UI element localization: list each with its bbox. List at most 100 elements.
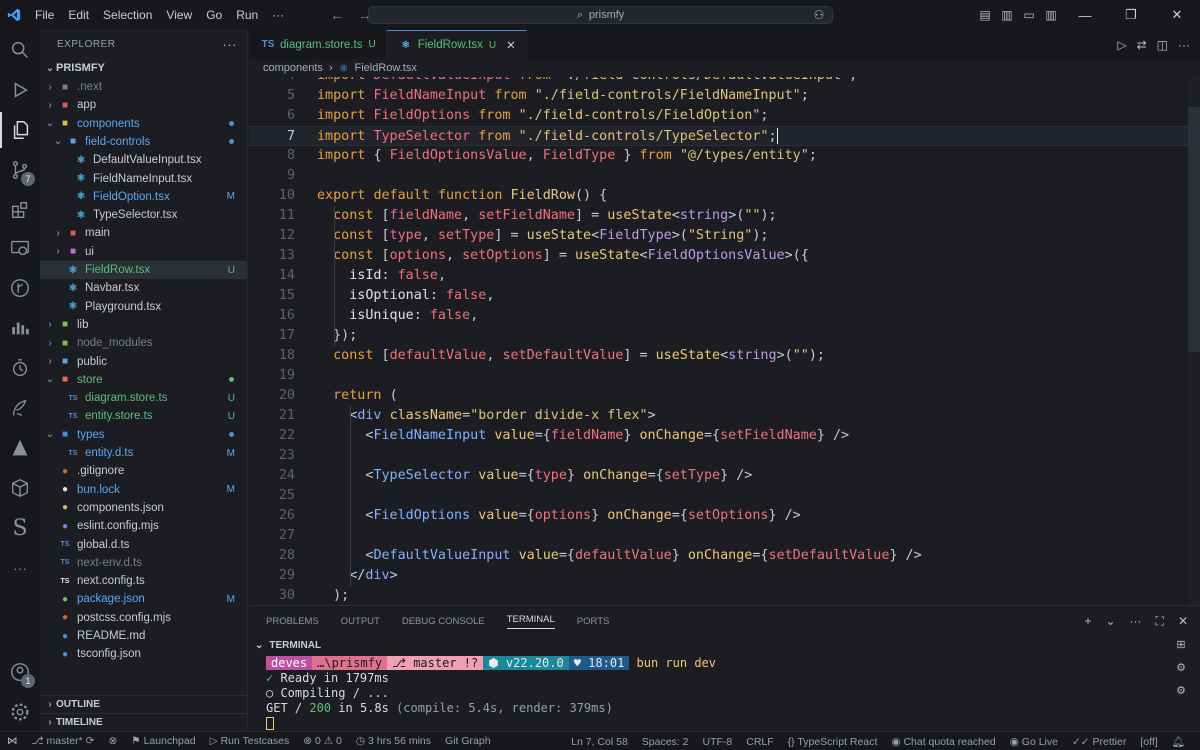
run-file-icon[interactable]: ▷ [1117, 38, 1126, 52]
folder-item[interactable]: ⌄ ■ types [40, 426, 247, 444]
folder-item[interactable]: › ■ ui [40, 243, 247, 261]
settings-gear-icon[interactable] [0, 694, 40, 730]
layout-toggle-secondary-icon[interactable]: ▥ [1040, 0, 1062, 30]
folder-item[interactable]: ⌄ ■ store [40, 371, 247, 389]
launchpad-item[interactable]: ⚑ Launchpad [124, 735, 202, 747]
file-item[interactable]: TS diagram.store.ts U [40, 389, 247, 407]
compare-changes-icon[interactable]: ⇄ [1137, 38, 1147, 52]
code-line[interactable]: 4 import DefaultValueInput from "./field-… [249, 77, 1189, 86]
chart-icon[interactable] [0, 310, 40, 346]
timeline-section[interactable]: › TIMELINE [40, 713, 247, 731]
run-debug-icon[interactable] [0, 72, 40, 108]
file-item[interactable]: ● README.md [40, 627, 247, 645]
ports-icon[interactable]: ⊗ [101, 735, 124, 747]
breadcrumb-item[interactable]: FieldRow.tsx [354, 62, 416, 74]
code-line[interactable]: 24 <TypeSelector value={type} onChange={… [249, 466, 1189, 486]
terminal-output[interactable]: deves …\prismfy ⎇ master !? ⬢ v22.20.0 ♥ 18:… [266, 656, 716, 731]
file-item[interactable]: ● postcss.config.mjs [40, 609, 247, 627]
code-line[interactable]: 8 import { FieldOptionsValue, FieldType }… [249, 146, 1189, 166]
command-center-search[interactable]: ⌕ prismfy [368, 6, 833, 24]
code-line[interactable]: 5 import FieldNameInput from "./field-con… [249, 86, 1189, 106]
back-arrow-icon[interactable]: ← [330, 7, 344, 23]
code-line[interactable]: 7 import TypeSelector from "./field-contr… [249, 126, 1189, 146]
panel-tab-ports[interactable]: PORTS [577, 616, 610, 627]
copilot-chat-icon[interactable] [0, 390, 40, 426]
encoding[interactable]: UTF-8 [695, 736, 739, 748]
code-line[interactable]: 17 }); [249, 326, 1189, 346]
file-item[interactable]: TS next-env.d.ts [40, 554, 247, 572]
new-terminal-icon[interactable]: + [1084, 614, 1091, 628]
notifications-icon[interactable]: 🔔︎ [1165, 735, 1192, 748]
file-item[interactable]: TS global.d.ts [40, 536, 247, 554]
code-line[interactable]: 9 [249, 166, 1189, 186]
problems-indicator[interactable]: ⊗ 0 ⚠ 0 [296, 735, 349, 747]
panel-tab-problems[interactable]: PROBLEMS [266, 616, 319, 627]
close-panel-icon[interactable]: ✕ [1178, 614, 1188, 628]
terminal-dropdown-icon[interactable]: ⌄ [1105, 614, 1115, 628]
folder-item[interactable]: ⌄ ■ field-controls [40, 133, 247, 151]
tab-close-icon[interactable]: ✕ [506, 38, 516, 52]
file-item[interactable]: ⚛ FieldNameInput.tsx [40, 170, 247, 188]
code-line[interactable]: 10 export default function FieldRow() { [249, 186, 1189, 206]
code-line[interactable]: 16 isUnique: false, [249, 306, 1189, 326]
branch-indicator[interactable]: ⎇ master* ⟳ [25, 735, 102, 747]
accounts-icon[interactable]: 1 [0, 654, 40, 690]
panel-tab-debug-console[interactable]: DEBUG CONSOLE [402, 616, 485, 627]
off-indicator[interactable]: [off] [1133, 736, 1164, 748]
code-line[interactable]: 19 [249, 366, 1189, 386]
scroll-thumb[interactable] [1188, 107, 1200, 352]
code-line[interactable]: 21 <div className="border divide-x flex"… [249, 406, 1189, 426]
file-item[interactable]: ● eslint.config.mjs [40, 517, 247, 535]
explorer-more-icon[interactable]: ··· [223, 37, 238, 52]
code-line[interactable]: 28 <DefaultValueInput value={defaultValu… [249, 546, 1189, 566]
maximize-panel-icon[interactable]: ⛶ [1156, 614, 1164, 629]
code-line[interactable]: 18 const [defaultValue, setDefaultValue]… [249, 346, 1189, 366]
code-line[interactable]: 26 <FieldOptions value={options} onChang… [249, 506, 1189, 526]
tab-diagram-store[interactable]: TS diagram.store.ts U [249, 30, 387, 59]
language-mode[interactable]: {} TypeScript React [781, 736, 885, 748]
git-graph-item[interactable]: Git Graph [438, 735, 498, 747]
time-tracker[interactable]: ◷ 3 hrs 56 mins [349, 735, 438, 747]
file-item[interactable]: ⚛ FieldOption.tsx M [40, 188, 247, 206]
outline-section[interactable]: › OUTLINE [40, 695, 247, 713]
go-live-item[interactable]: ◉ Go Live [1003, 736, 1065, 748]
terminal-header[interactable]: ⌄ TERMINAL [249, 636, 1200, 654]
file-item[interactable]: TS entity.store.ts U [40, 407, 247, 425]
code-line[interactable]: 12 const [type, setType] = useState<Fiel… [249, 226, 1189, 246]
box-icon[interactable] [0, 470, 40, 506]
editor-scrollbar[interactable] [1188, 77, 1200, 605]
file-item[interactable]: ● components.json [40, 499, 247, 517]
more-activity-icon[interactable]: ··· [0, 550, 40, 586]
file-item[interactable]: ⚛ Navbar.tsx [40, 279, 247, 297]
prettier-item[interactable]: ✓✓ Prettier [1065, 736, 1133, 748]
file-item[interactable]: TS entity.d.ts M [40, 444, 247, 462]
file-item[interactable]: ⚛ Playground.tsx [40, 298, 247, 316]
triangle-icon[interactable] [0, 430, 40, 466]
layout-toggle-bottom-icon[interactable]: ▭ [1018, 0, 1040, 30]
code-line[interactable]: 30 ); [249, 586, 1189, 605]
gitlens-icon[interactable] [0, 270, 40, 306]
code-line[interactable]: 22 <FieldNameInput value={fieldName} onC… [249, 426, 1189, 446]
panel-tab-terminal[interactable]: TERMINAL [506, 614, 555, 629]
folder-item[interactable]: › ■ app [40, 96, 247, 114]
code-line[interactable]: 27 [249, 526, 1189, 546]
terminal-split-icon[interactable]: ⊞ [1176, 638, 1185, 651]
close-icon[interactable]: ✕ [1154, 0, 1200, 30]
source-control-icon[interactable]: 7 [0, 152, 40, 188]
menu-item-go[interactable]: Go [199, 0, 229, 30]
folder-item[interactable]: ⌄ ■ components [40, 115, 247, 133]
folder-item[interactable]: › ■ lib [40, 316, 247, 334]
code-line[interactable]: 23 [249, 446, 1189, 466]
extensions-icon[interactable] [0, 192, 40, 228]
run-testcases-item[interactable]: ▷ Run Testcases [203, 735, 297, 747]
split-editor-icon[interactable]: ◫ [1157, 38, 1168, 52]
file-item[interactable]: ● bun.lock M [40, 481, 247, 499]
menu-item-run[interactable]: Run [229, 0, 265, 30]
minimize-icon[interactable]: — [1062, 0, 1108, 30]
file-item[interactable]: ⚛ FieldRow.tsx U [40, 261, 247, 279]
layout-toggle-panel-icon[interactable]: ▥ [996, 0, 1018, 30]
folder-item[interactable]: › ■ node_modules [40, 334, 247, 352]
file-item[interactable]: ● .gitignore [40, 462, 247, 480]
timer-icon[interactable] [0, 350, 40, 386]
terminal-node-icon[interactable]: ⚙ [1176, 684, 1186, 697]
